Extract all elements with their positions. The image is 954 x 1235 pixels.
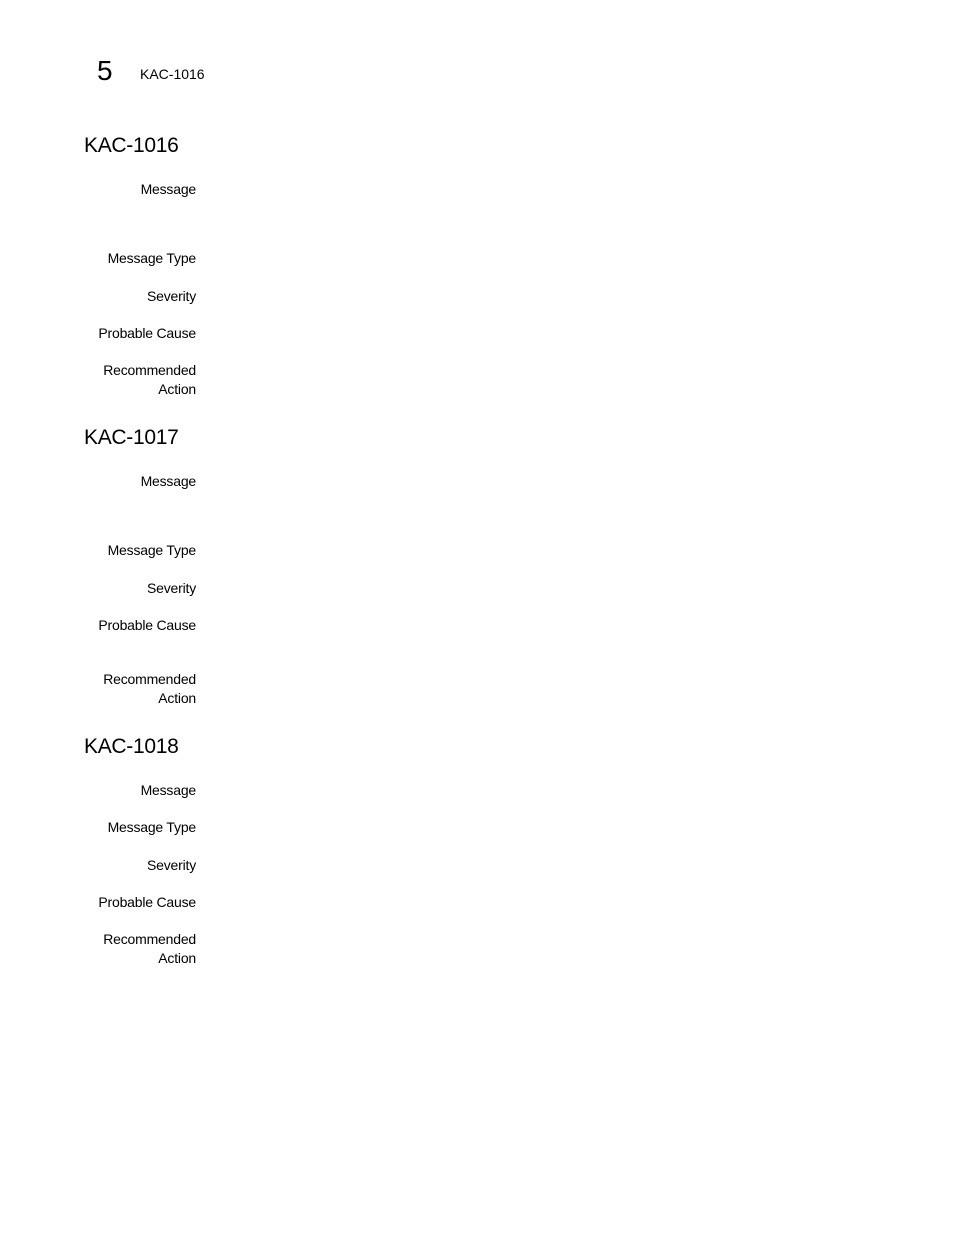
- label-message: Message: [140, 473, 197, 489]
- label-message-type: Message Type: [107, 542, 197, 558]
- label-recommended-action-line1: Recommended: [103, 362, 196, 378]
- entry-title: KAC-1018: [84, 735, 179, 758]
- label-severity: Severity: [147, 857, 196, 873]
- label-recommended-action: Recommended Action: [84, 930, 196, 968]
- message-entry: KAC-1017 Message Message Type Severity P…: [84, 426, 884, 706]
- label-severity: Severity: [147, 580, 196, 596]
- label-recommended-action-line2: Action: [158, 381, 196, 397]
- label-message-type: Message Type: [107, 250, 197, 266]
- label-recommended-action-line2: Action: [158, 950, 196, 966]
- running-title: KAC-1016: [140, 66, 205, 82]
- chapter-number: 5: [97, 55, 113, 86]
- label-recommended-action: Recommended Action: [84, 670, 196, 708]
- entry-title: KAC-1016: [84, 134, 179, 157]
- label-recommended-action-line2: Action: [158, 690, 196, 706]
- message-entry: KAC-1016 Message Message Type Severity P…: [84, 134, 884, 397]
- label-message: Message: [140, 782, 197, 798]
- label-recommended-action: Recommended Action: [84, 361, 196, 399]
- label-recommended-action-line1: Recommended: [103, 671, 196, 687]
- message-entry: KAC-1018 Message Message Type Severity P…: [84, 735, 884, 966]
- label-probable-cause: Probable Cause: [98, 325, 196, 341]
- label-probable-cause: Probable Cause: [98, 894, 196, 910]
- label-message-type: Message Type: [107, 819, 197, 835]
- label-probable-cause: Probable Cause: [98, 617, 196, 633]
- label-message: Message: [140, 181, 197, 197]
- label-recommended-action-line1: Recommended: [103, 931, 196, 947]
- label-severity: Severity: [147, 288, 196, 304]
- entry-title: KAC-1017: [84, 426, 179, 449]
